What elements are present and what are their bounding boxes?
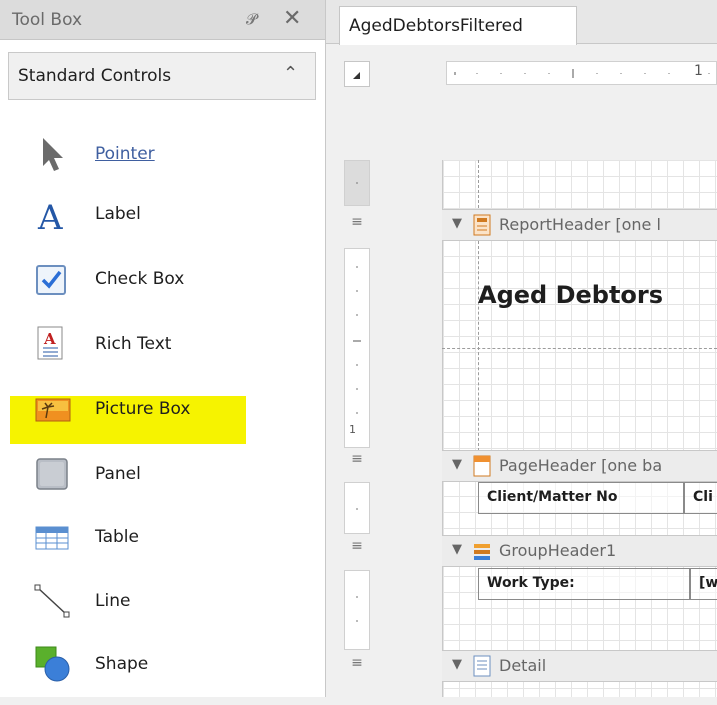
ruler-segment: [344, 160, 370, 206]
band-page-header[interactable]: ▼ PageHeader [one ba: [442, 450, 717, 482]
toolbox-item-label: Check Box: [95, 269, 185, 289]
group-header-cell[interactable]: [w: [690, 568, 717, 600]
shape-icon: [34, 645, 74, 685]
chevron-up-icon: ⌃: [283, 63, 299, 84]
band-resize-grip[interactable]: ≡: [344, 214, 370, 238]
toolbox-item-label: Shape: [95, 654, 149, 674]
category-header-standard-controls[interactable]: Standard Controls ⌃: [8, 52, 316, 100]
margin-guide: [442, 348, 717, 349]
toolbox-item-rich-text[interactable]: A Rich Text: [0, 325, 320, 385]
toolbox-item-label: Line: [95, 591, 131, 611]
margin-guide: [478, 241, 479, 451]
ruler-number: 1: [694, 63, 703, 79]
band-detail[interactable]: ▼ Detail: [442, 650, 717, 682]
margin-guide: [478, 160, 479, 208]
toolbox-item-pointer[interactable]: Pointer: [0, 135, 320, 195]
band-group-header[interactable]: ▼ GroupHeader1: [442, 535, 717, 567]
horizontal-ruler: 1: [446, 61, 717, 85]
svg-text:A: A: [43, 330, 56, 348]
toolbox-title: Tool Box: [12, 10, 83, 30]
svg-text:A: A: [37, 198, 63, 235]
panel-icon: [34, 455, 74, 495]
band-label: GroupHeader1: [499, 541, 617, 560]
toolbox-item-check-box[interactable]: Check Box: [0, 260, 320, 320]
band-report-header[interactable]: ▼ ReportHeader [one l: [442, 209, 717, 241]
checkbox-icon: [34, 260, 74, 300]
collapse-arrow-icon[interactable]: ▼: [452, 542, 462, 557]
toolbox-item-label-control[interactable]: A Label: [0, 195, 320, 255]
page-header-cell[interactable]: Cli: [684, 482, 717, 514]
category-label: Standard Controls: [18, 66, 172, 86]
page-header-icon: [472, 455, 492, 477]
picture-box-icon: [34, 390, 74, 430]
label-icon: A: [34, 195, 74, 238]
pointer-icon: [34, 135, 74, 175]
ruler-segment: [344, 570, 370, 650]
collapse-arrow-icon[interactable]: ▼: [452, 457, 462, 472]
ruler-segment: [344, 482, 370, 534]
collapse-arrow-icon[interactable]: ▼: [452, 657, 462, 672]
toolbox-item-label: Panel: [95, 464, 141, 484]
band-label: ReportHeader [one l: [499, 215, 661, 234]
vertical-ruler: ≡ 1 ≡ ≡ ≡: [344, 160, 370, 697]
toolbox-item-table[interactable]: Table: [0, 518, 320, 578]
line-icon: [34, 582, 74, 622]
table-icon: [34, 518, 74, 558]
toolbox-item-panel[interactable]: Panel: [0, 455, 320, 515]
ruler-number: 1: [349, 423, 356, 436]
ruler-segment: 1: [344, 248, 370, 448]
toolbox-item-line[interactable]: Line: [0, 582, 320, 642]
band-label: Detail: [499, 656, 547, 675]
collapse-arrow-icon[interactable]: ▼: [452, 216, 462, 231]
close-icon[interactable]: ✕: [283, 6, 301, 31]
tab-aged-debtors-filtered[interactable]: AgedDebtorsFiltered: [339, 6, 577, 45]
toolbox-item-label: Rich Text: [95, 334, 172, 354]
detail-icon: [472, 655, 492, 677]
ruler-corner-button[interactable]: [344, 61, 370, 87]
report-title-label[interactable]: Aged Debtors: [478, 281, 663, 309]
toolbox-panel: Tool Box 𝓟 ✕ Standard Controls ⌃ Pointer…: [0, 0, 326, 697]
toolbox-item-shape[interactable]: Shape: [0, 645, 320, 705]
pin-icon[interactable]: 𝓟: [246, 10, 257, 28]
rich-text-icon: A: [34, 325, 74, 365]
tab-label: AgedDebtorsFiltered: [349, 16, 523, 36]
band-resize-grip[interactable]: ≡: [344, 538, 370, 562]
band-resize-grip[interactable]: ≡: [344, 655, 370, 679]
page-header-cell[interactable]: Client/Matter No: [478, 482, 684, 514]
toolbox-item-label: Pointer: [95, 144, 155, 164]
group-header-icon: [472, 540, 492, 562]
toolbox-item-label: Table: [95, 527, 139, 547]
toolbox-title-bar: Tool Box 𝓟 ✕: [0, 0, 325, 40]
group-header-cell[interactable]: Work Type:: [478, 568, 690, 600]
band-label: PageHeader [one ba: [499, 456, 663, 475]
toolbox-item-label: Picture Box: [95, 399, 191, 419]
band-resize-grip[interactable]: ≡: [344, 451, 370, 475]
toolbox-item-label: Label: [95, 204, 141, 224]
report-header-icon: [472, 214, 492, 236]
toolbox-item-picture-box[interactable]: Picture Box: [0, 390, 320, 450]
